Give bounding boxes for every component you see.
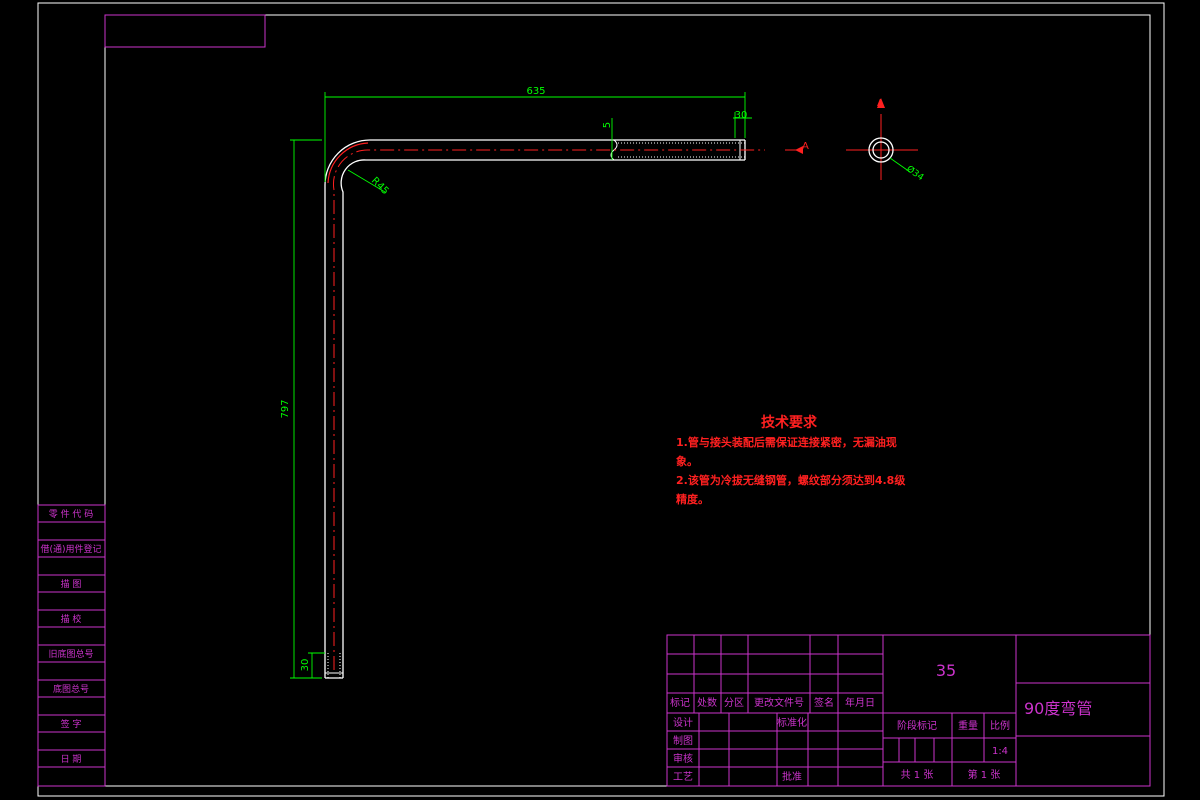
- scale-label: 比例: [990, 719, 1010, 732]
- section-view: A Ø34: [846, 98, 926, 183]
- side-table-master: 底图总号: [53, 683, 89, 695]
- notes-line-1b: 象。: [676, 454, 698, 468]
- drafter-label: 制图: [673, 734, 693, 747]
- part-name: 90度弯管: [1024, 699, 1092, 718]
- dim-end-length-bottom: 30: [300, 659, 311, 672]
- scale-value: 1:4: [992, 746, 1008, 757]
- notes-line-2b: 精度。: [676, 492, 709, 506]
- side-table-trace-check: 描 校: [61, 613, 82, 625]
- dim-vertical-length: 797: [280, 399, 291, 418]
- rev-header-count: 处数: [697, 696, 717, 709]
- dim-thread-offset: 5: [602, 122, 613, 128]
- standardization-label: 标准化: [777, 716, 807, 729]
- dimensions: [290, 92, 752, 679]
- dim-outer-diameter: Ø34: [904, 163, 926, 183]
- notes-line-2: 2.该管为冷拔无缝钢管，螺纹部分须达到4.8级: [676, 473, 906, 487]
- side-table-old-master: 旧底图总号: [48, 648, 93, 660]
- side-table-shared-parts: 借(通)用件登记: [40, 543, 101, 555]
- dim-horizontal-length: 635: [526, 86, 545, 97]
- side-table-date: 日 期: [61, 754, 82, 765]
- designer-label: 设计: [673, 716, 693, 729]
- weight-label: 重量: [958, 719, 978, 732]
- dim-bend-radius: R45: [369, 175, 391, 197]
- section-marker: A: [785, 141, 809, 154]
- sheet-number: 第 1 张: [968, 768, 1001, 781]
- approve-label: 批准: [782, 770, 802, 783]
- rev-header-date: 年月日: [845, 696, 875, 709]
- side-table-signature: 签 字: [61, 718, 82, 730]
- rev-header-change-doc: 更改文件号: [754, 696, 804, 709]
- side-table-part-code: 零 件 代 码: [49, 508, 94, 520]
- notes-line-1: 1.管与接头装配后需保证连接紧密，无漏油现: [676, 435, 897, 449]
- bent-pipe: [324, 139, 746, 679]
- cad-drawing-canvas: 零 件 代 码 借(通)用件登记 描 图 描 校 旧底图总号 底图总号 签 字 …: [37, 2, 1165, 797]
- stage-label: 阶段标记: [897, 719, 937, 732]
- sheet-border: [37, 2, 1165, 797]
- centerlines: [332, 149, 765, 670]
- rev-header-signature: 签名: [814, 696, 834, 709]
- side-table-tracing: 描 图: [61, 578, 82, 590]
- process-label: 工艺: [673, 771, 693, 783]
- drawing-code-box: [104, 14, 266, 48]
- rev-header-zone: 分区: [724, 697, 744, 709]
- material-value: 35: [936, 661, 956, 680]
- section-view-label: A: [877, 98, 884, 109]
- total-sheets: 共 1 张: [901, 769, 934, 781]
- checker-label: 审核: [673, 752, 693, 765]
- drawing-frame: [104, 14, 1151, 787]
- technical-notes: 技术要求 1.管与接头装配后需保证连接紧密，无漏油现 象。 2.该管为冷拔无缝钢…: [676, 414, 906, 506]
- notes-title: 技术要求: [761, 414, 818, 431]
- section-label: A: [802, 141, 809, 152]
- rev-header-mark: 标记: [670, 697, 690, 709]
- dim-end-length-top: 30: [735, 110, 748, 121]
